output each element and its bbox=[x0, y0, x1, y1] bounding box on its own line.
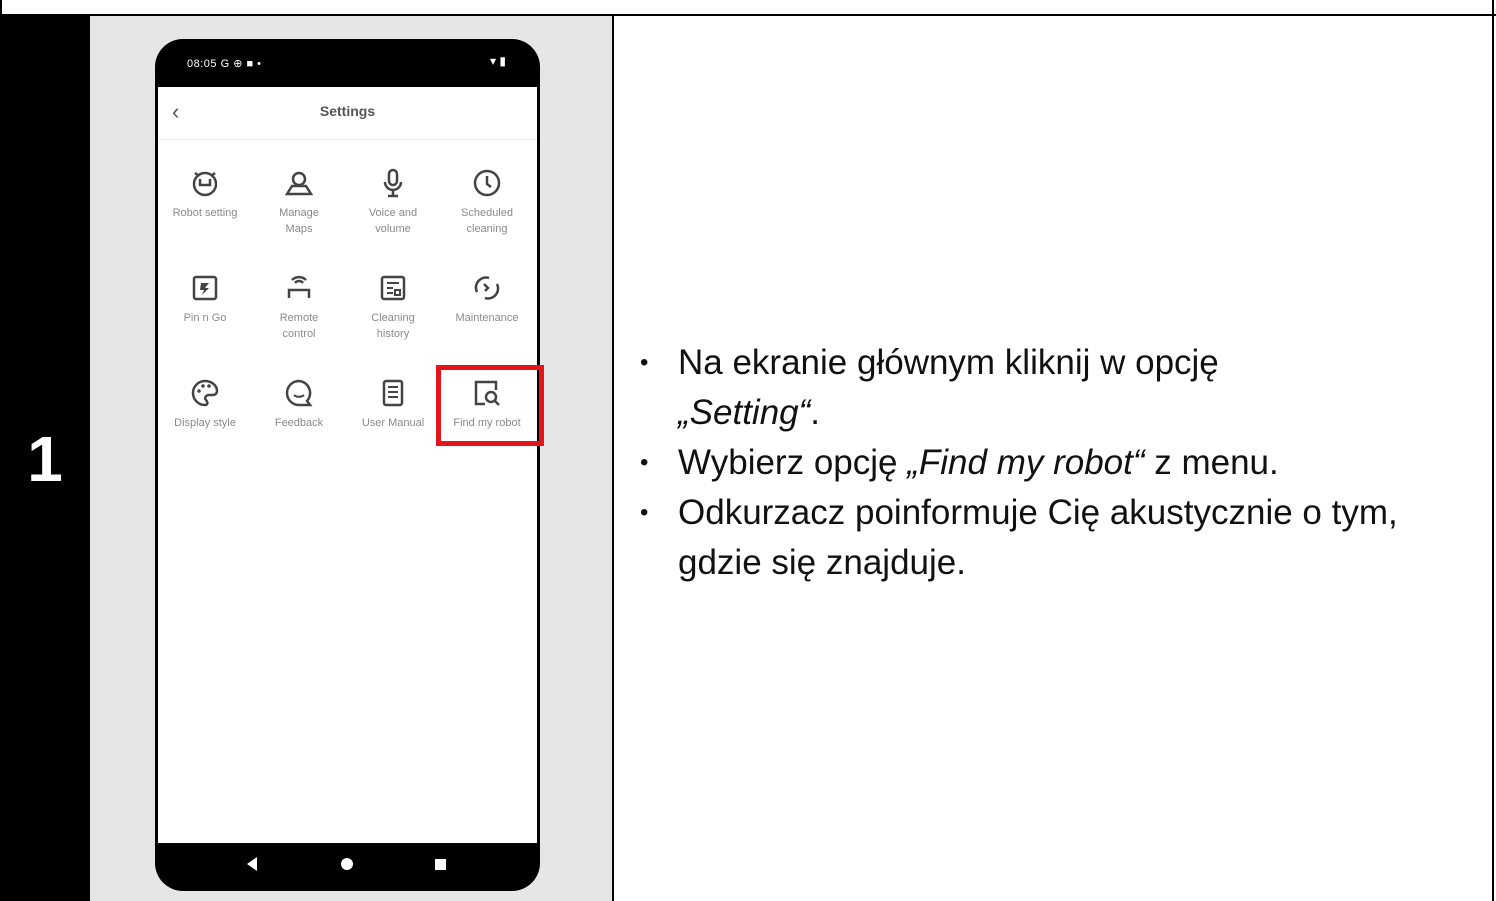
app-screen: ‹ Settings Robot setting Manage Maps Voi… bbox=[158, 87, 537, 843]
tile-label: Pin n Go bbox=[183, 312, 227, 324]
chat-icon bbox=[285, 379, 313, 407]
clock-icon bbox=[473, 169, 501, 197]
tile-robot-setting[interactable]: Robot setting bbox=[158, 167, 252, 221]
tile-label: Robot setting bbox=[172, 207, 238, 219]
tile-remote-control[interactable]: Remote control bbox=[252, 272, 346, 342]
tile-label: Cleaning history bbox=[371, 312, 415, 340]
instruction-item: • Odkurzacz poinformuje Cię akustycznie … bbox=[634, 488, 1474, 588]
tile-user-manual[interactable]: User Manual bbox=[346, 377, 440, 431]
tile-maintenance[interactable]: Maintenance bbox=[440, 272, 534, 326]
palette-icon bbox=[191, 379, 219, 407]
tile-manage-maps[interactable]: Manage Maps bbox=[252, 167, 346, 237]
instruction-item: • Wybierz opcję „Find my robot“ z menu. bbox=[634, 438, 1474, 488]
manual-icon bbox=[382, 379, 404, 407]
tile-label: Feedback bbox=[274, 417, 324, 429]
tile-label: Maintenance bbox=[455, 312, 519, 324]
remote-icon bbox=[287, 275, 311, 298]
tile-feedback[interactable]: Feedback bbox=[252, 377, 346, 431]
tile-scheduled-cleaning[interactable]: Scheduled cleaning bbox=[440, 167, 534, 237]
tile-cleaning-history[interactable]: Cleaning history bbox=[346, 272, 440, 342]
nav-home-icon[interactable] bbox=[341, 858, 353, 870]
maintenance-icon bbox=[474, 276, 500, 300]
map-pin-icon bbox=[284, 171, 314, 196]
nav-recents-icon[interactable] bbox=[435, 859, 446, 870]
screen-title: Settings bbox=[319, 103, 376, 119]
tile-display-style[interactable]: Display style bbox=[158, 377, 252, 431]
bullet-dot: • bbox=[640, 499, 649, 526]
instruction-item: • Na ekranie głównym kliknij w opcję „Se… bbox=[634, 338, 1474, 438]
bullet-dot: • bbox=[640, 349, 649, 376]
app-bar: ‹ Settings bbox=[158, 87, 537, 140]
tile-label: Remote control bbox=[279, 312, 319, 340]
tile-voice-volume[interactable]: Voice and volume bbox=[346, 167, 440, 237]
alarm-clock-icon bbox=[192, 171, 218, 197]
nav-back-icon[interactable] bbox=[247, 857, 257, 871]
tile-label: Manage Maps bbox=[279, 207, 319, 235]
pin-box-icon bbox=[192, 275, 218, 301]
phone-mockup: 08:05 G ⊕ ■ • ▾ ▮ ‹ Settings Robot setti… bbox=[155, 39, 540, 891]
history-icon bbox=[380, 275, 406, 301]
status-time: 08:05 G ⊕ ■ • bbox=[187, 58, 262, 70]
tile-label: Voice and volume bbox=[368, 207, 418, 235]
status-icons: ▾ ▮ bbox=[490, 54, 506, 68]
tile-label: Display style bbox=[174, 417, 236, 429]
find-my-robot-highlight bbox=[436, 365, 544, 446]
instruction-list: • Na ekranie głównym kliknij w opcję „Se… bbox=[634, 338, 1474, 588]
microphone-icon bbox=[383, 168, 403, 198]
status-bar: 08:05 G ⊕ ■ • ▾ ▮ bbox=[155, 39, 540, 87]
bullet-dot: • bbox=[640, 449, 649, 476]
android-nav-bar bbox=[155, 843, 540, 891]
tile-label: Scheduled cleaning bbox=[461, 207, 513, 235]
tile-label: User Manual bbox=[361, 417, 425, 429]
tile-pin-n-go[interactable]: Pin n Go bbox=[158, 272, 252, 326]
